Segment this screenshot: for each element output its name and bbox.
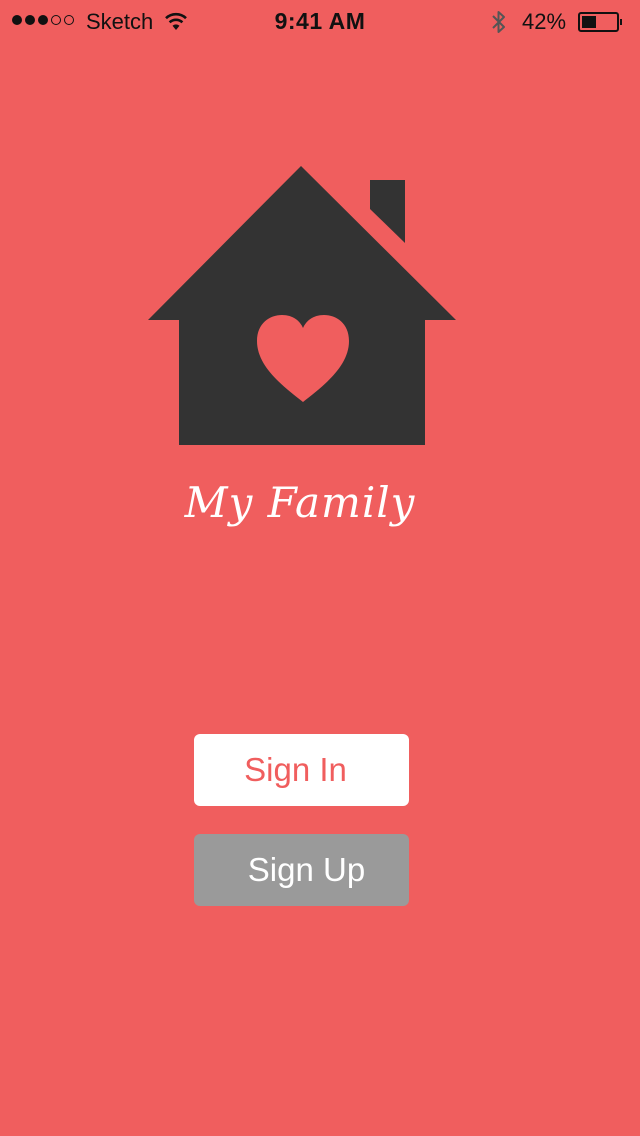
- bluetooth-icon: [490, 9, 508, 40]
- status-bar: Sketch 9:41 AM 42%: [0, 0, 640, 40]
- sign-in-label: Sign In: [244, 751, 347, 788]
- sign-in-button[interactable]: Sign In: [194, 734, 409, 806]
- app-title: My Family: [184, 478, 416, 527]
- battery-icon: [578, 12, 622, 32]
- sign-up-button[interactable]: Sign Up: [194, 834, 409, 906]
- house-heart-icon: [146, 165, 458, 447]
- sign-up-label: Sign Up: [247, 851, 366, 888]
- battery-percentage: 42%: [522, 9, 567, 34]
